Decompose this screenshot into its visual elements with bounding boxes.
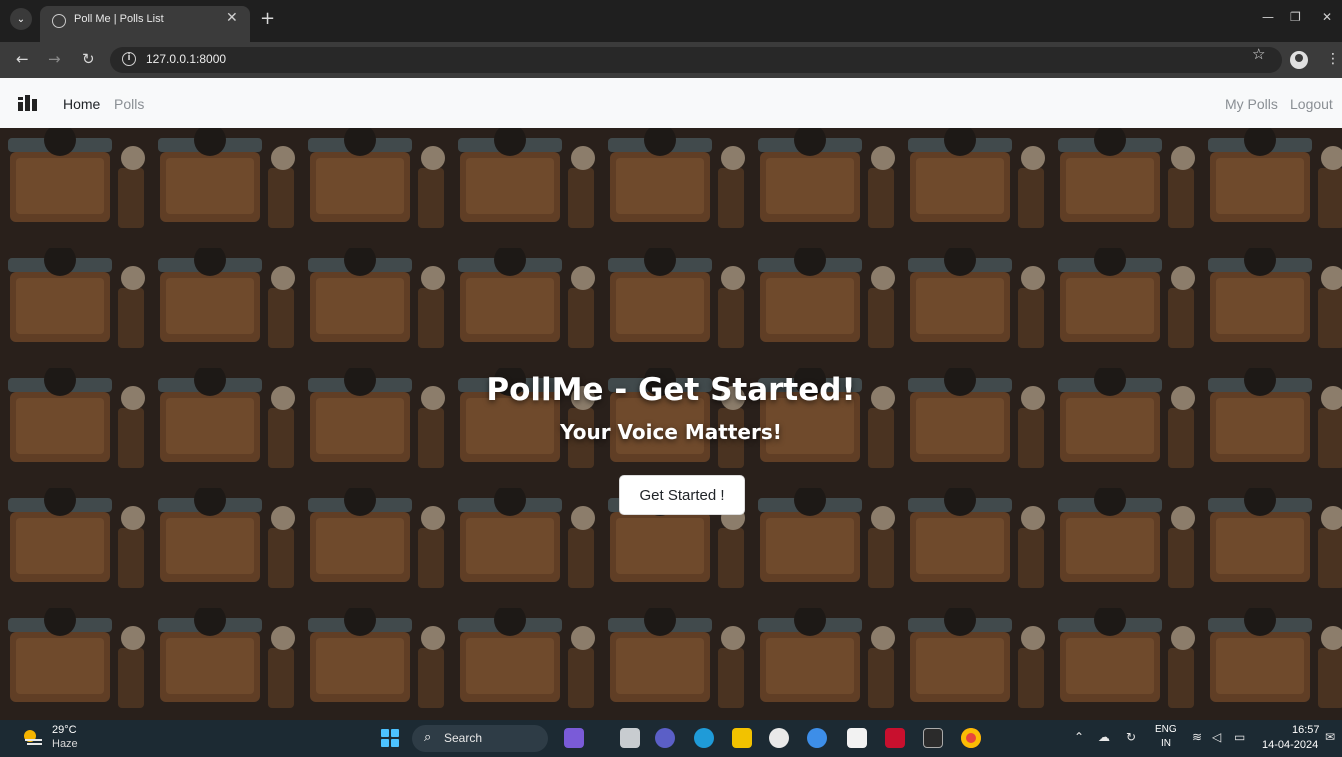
back-icon[interactable]: ← (16, 50, 29, 68)
search-icon: ⌕ (424, 730, 432, 745)
nav-logout-link[interactable]: Logout (1290, 96, 1333, 112)
terminal-icon[interactable] (923, 728, 943, 748)
teams-chat-icon[interactable] (655, 728, 675, 748)
chrome-icon[interactable] (961, 728, 981, 748)
hero-title: PollMe - Get Started! (486, 372, 856, 408)
taskbar-search-label: Search (444, 731, 483, 745)
restore-icon[interactable]: ❐ (1290, 10, 1301, 24)
more-menu-icon[interactable]: ⋮ (1326, 51, 1340, 67)
show-hidden-icons-chevron-icon[interactable]: ⌃ (1074, 730, 1084, 744)
get-started-button[interactable]: Get Started ! (619, 475, 745, 515)
profile-icon[interactable] (1290, 51, 1308, 69)
python-app-icon[interactable] (807, 728, 827, 748)
globe-icon (52, 14, 66, 28)
browser-tab-strip: ⌄ Poll Me | Polls List ✕ + — ❐ ✕ (0, 0, 1342, 42)
forward-icon[interactable]: → (48, 50, 61, 68)
site-info-icon[interactable]: i (122, 52, 136, 66)
site-navbar: Home Polls My Polls Logout (0, 78, 1342, 128)
new-tab-icon[interactable]: + (260, 8, 275, 29)
reload-icon[interactable]: ↻ (82, 50, 95, 68)
task-view-icon[interactable] (620, 728, 640, 748)
weather-condition[interactable]: Haze (52, 738, 78, 750)
close-tab-icon[interactable]: ✕ (226, 10, 238, 26)
github-desktop-icon[interactable] (769, 728, 789, 748)
clock-time[interactable]: 16:57 (1292, 724, 1320, 736)
url-text[interactable]: 127.0.0.1:8000 (146, 52, 226, 66)
url-input[interactable]: i 127.0.0.1:8000 (110, 47, 1282, 73)
minimize-icon[interactable]: — (1262, 10, 1274, 24)
edge-browser-icon[interactable] (694, 728, 714, 748)
widgets-app-icon[interactable] (564, 728, 584, 748)
notification-bell-icon[interactable]: ✉ (1325, 730, 1335, 744)
poll-logo-icon[interactable] (18, 95, 38, 111)
weather-temperature[interactable]: 29°C (52, 724, 77, 736)
file-explorer-icon[interactable] (732, 728, 752, 748)
weather-haze-icon[interactable] (22, 729, 44, 747)
close-window-icon[interactable]: ✕ (1322, 10, 1332, 24)
tab-search-icon[interactable]: ⌄ (10, 8, 32, 30)
clock-date[interactable]: 14-04-2024 (1262, 739, 1318, 751)
onedrive-icon[interactable]: ☁ (1098, 730, 1110, 744)
nav-home-link[interactable]: Home (63, 96, 100, 112)
taskbar-search-box[interactable]: ⌕ Search (412, 725, 548, 752)
language-region[interactable]: IN (1161, 738, 1171, 749)
hero-section: PollMe - Get Started! Your Voice Matters… (0, 128, 1342, 720)
windows-taskbar: 29°C Haze ⌕ Search ⌃ ☁ ↻ ENG IN ≋ ◁ ▭ 16… (0, 720, 1342, 757)
language-indicator[interactable]: ENG (1155, 724, 1177, 735)
browser-tab[interactable]: Poll Me | Polls List ✕ (40, 6, 250, 42)
tab-title: Poll Me | Polls List (74, 13, 164, 25)
microsoft-store-icon[interactable] (847, 728, 867, 748)
windows-start-icon[interactable] (381, 729, 399, 747)
nav-my-polls-link[interactable]: My Polls (1225, 96, 1278, 112)
battery-icon[interactable]: ▭ (1234, 730, 1245, 744)
wifi-icon[interactable]: ≋ (1192, 730, 1202, 744)
nav-polls-link[interactable]: Polls (114, 96, 144, 112)
mcafee-icon[interactable] (885, 728, 905, 748)
sync-icon[interactable]: ↻ (1126, 730, 1136, 744)
address-bar: ← → ↻ i 127.0.0.1:8000 ☆ ⋮ (0, 42, 1342, 78)
volume-icon[interactable]: ◁ (1212, 730, 1221, 744)
hero-subtitle: Your Voice Matters! (560, 420, 782, 444)
